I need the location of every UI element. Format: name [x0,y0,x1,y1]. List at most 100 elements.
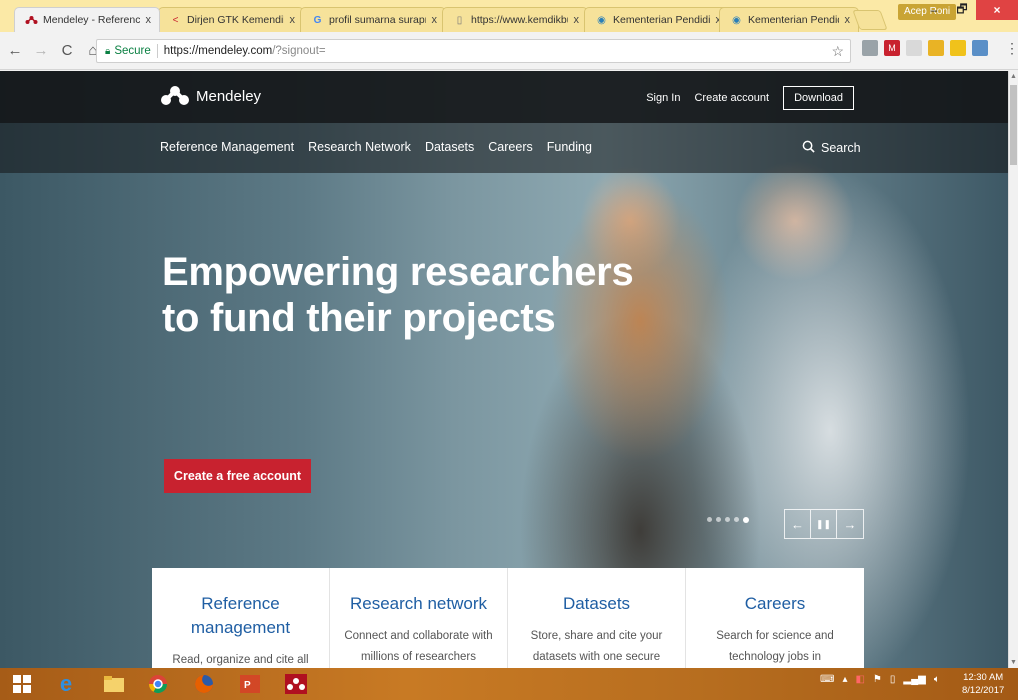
extension-shield-icon[interactable] [862,40,878,56]
share-icon: < [172,14,179,26]
tab-close-icon[interactable]: x [290,14,296,26]
card-title: Datasets [562,594,631,613]
url-text[interactable]: https://mendeley.com/?signout= [164,45,326,57]
chrome-icon[interactable] [144,672,172,696]
firefox-icon[interactable] [190,672,218,696]
carousel-dot[interactable] [734,517,739,522]
bookmark-star-icon[interactable]: ☆ [831,43,844,60]
system-clock[interactable]: 12:30 AM 8/12/2017 [962,671,1004,697]
lock-icon: 🔒︎ [105,45,111,57]
tray-app-icon[interactable]: ◧ [855,674,864,685]
extension-yellow-icon[interactable] [950,40,966,56]
sign-in-link[interactable]: Sign In [646,92,680,104]
tab-close-icon[interactable]: x [845,14,851,26]
nav-careers[interactable]: Careers [488,140,532,154]
create-free-account-button[interactable]: Create a free account [164,459,311,493]
feature-cards: Reference management Read, organize and … [152,568,864,668]
globe-icon: ◉ [732,14,741,26]
card-careers[interactable]: Careers Search for science and technolog… [686,568,864,668]
card-research-network[interactable]: Research network Connect and collaborate… [330,568,508,668]
browser-menu-icon[interactable]: ⋮ [1005,40,1018,57]
new-tab-button[interactable] [852,10,888,30]
windows-taskbar: e P ⌨ ▴ ◧ ⚑ ▯ ▂▄▆ 🔈︎ 12:30 AM 8/12/2017 [0,668,1018,700]
reload-button[interactable]: C [56,40,78,62]
url-path: /?signout= [272,45,326,57]
carousel-dot-active[interactable] [743,517,749,523]
tab-close-icon[interactable]: x [146,14,152,26]
tab-label: profil sumarna surapran [329,14,426,26]
scrollbar-thumb[interactable] [1010,85,1017,165]
logo-text: Mendeley [196,87,262,105]
tab-google-search[interactable]: G profil sumarna surapran x [300,7,446,32]
volume-icon[interactable]: 🔈︎ [934,674,940,685]
scroll-down-icon[interactable]: ▼ [1010,659,1017,666]
carousel-dot[interactable] [725,517,730,522]
divider [156,44,158,58]
tab-label: Dirjen GTK Kemendikbu [187,14,284,26]
restore-button[interactable]: 🗗 [948,0,976,20]
battery-icon[interactable]: ▯ [890,674,896,685]
nav-research-network[interactable]: Research Network [308,140,411,154]
tab-kemdikbud[interactable]: ▯ https://www.kemdikbud x [442,7,588,32]
clock-time: 12:30 AM [963,672,1004,683]
keyboard-icon[interactable]: ⌨ [820,674,834,685]
card-datasets[interactable]: Datasets Store, share and cite your data… [508,568,686,668]
hero-line-1: Empowering researchers [162,250,634,294]
tray-expand-icon[interactable]: ▴ [842,674,847,685]
carousel-pause-icon[interactable]: ❚❚ [811,510,837,538]
site-header: Mendeley Sign In Create account Download [0,71,1008,123]
mendeley-logo[interactable]: Mendeley [160,85,261,107]
card-title: Reference management [190,594,291,637]
card-text: Read, organize and cite all [172,654,309,666]
carousel-prev-icon[interactable]: ← [785,510,811,538]
back-button[interactable]: ← [4,40,26,62]
powerpoint-icon[interactable]: P [236,672,264,696]
download-button[interactable]: Download [783,86,854,110]
file-explorer-icon[interactable] [100,672,128,696]
carousel-dot[interactable] [707,517,712,522]
tab-kementerian-2[interactable]: ◉ Kementerian Pendidikan x [719,7,859,32]
windows-start-icon[interactable] [8,672,36,696]
scroll-up-icon[interactable]: ▲ [1010,73,1017,80]
tab-label: Kementerian Pendidikan [748,14,839,26]
carousel-next-icon[interactable]: → [837,510,863,538]
network-icon[interactable]: ▂▄▆ [903,674,925,685]
browser-tab-strip: Mendeley - Reference M x < Dirjen GTK Ke… [0,0,1018,32]
page-scrollbar[interactable]: ▲ ▼ [1008,71,1018,668]
nav-reference-management[interactable]: Reference Management [160,140,294,154]
address-bar[interactable]: 🔒︎ Secure https://mendeley.com/?signout=… [96,39,851,63]
flag-icon[interactable]: ⚑ [873,674,882,685]
account-links: Sign In Create account Download [632,86,854,110]
carousel-dot[interactable] [716,517,721,522]
extension-mendeley-icon[interactable]: M [884,40,900,56]
url-host: https://mendeley.com [163,45,273,57]
card-text: Connect and collaborate with millions of… [344,630,493,663]
nav-items: Reference Management Research Network Da… [160,140,606,154]
tab-mendeley[interactable]: Mendeley - Reference M x [14,7,160,32]
card-title: Research network [349,594,487,613]
search-button[interactable]: Search [802,140,861,156]
tab-kementerian-1[interactable]: ◉ Kementerian Pendidikan x [584,7,730,32]
extension-blue-icon[interactable] [972,40,988,56]
search-label: Search [821,141,861,155]
window-controls: – 🗗 × [920,0,1018,20]
extension-face-icon[interactable] [928,40,944,56]
forward-button[interactable]: → [30,40,52,62]
search-icon [802,140,815,156]
card-reference-management[interactable]: Reference management Read, organize and … [152,568,330,668]
nav-datasets[interactable]: Datasets [425,140,474,154]
tab-close-icon[interactable]: x [574,14,580,26]
extension-page-icon[interactable] [906,40,922,56]
close-window-button[interactable]: × [976,0,1018,20]
tab-close-icon[interactable]: x [432,14,438,26]
page-viewport: Mendeley Sign In Create account Download… [0,71,1008,668]
hero-headline: Empowering researchers to fund their pro… [162,249,634,341]
mendeley-taskbar-icon[interactable] [282,672,310,696]
nav-funding[interactable]: Funding [547,140,592,154]
internet-explorer-icon[interactable]: e [52,671,80,696]
page-icon: ▯ [456,14,463,26]
create-account-link[interactable]: Create account [694,92,769,104]
tab-dirjen-gtk[interactable]: < Dirjen GTK Kemendikbu x [158,7,304,32]
secure-label: Secure [114,45,151,57]
minimize-button[interactable]: – [920,0,948,20]
